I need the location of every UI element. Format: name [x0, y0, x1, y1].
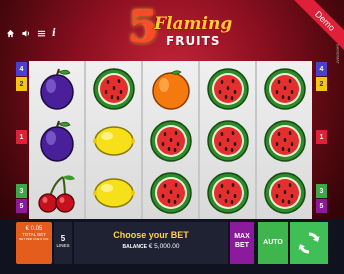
payline-marker-left: 1	[16, 130, 27, 144]
spin-button[interactable]	[290, 222, 328, 264]
provider-tag: GAMOMAT	[335, 43, 340, 64]
lemon-icon	[92, 178, 135, 208]
symbol-watermelon	[259, 116, 310, 166]
lines-display: 5 LINES	[54, 222, 72, 264]
watermelon-icon	[149, 120, 192, 162]
status-message: Choose your BET	[113, 230, 189, 240]
sound-icon[interactable]	[21, 29, 31, 38]
payline-marker-right: 5	[316, 199, 327, 213]
symbol-plum	[31, 64, 82, 114]
symbol-watermelon	[259, 64, 310, 114]
home-icon[interactable]	[6, 29, 15, 38]
logo-word-flaming: Flaming	[154, 14, 233, 34]
symbol-watermelon	[145, 168, 196, 218]
reel-5	[257, 61, 312, 219]
max-bet-label-line1: MAX	[234, 233, 250, 240]
reel-4	[200, 61, 255, 219]
max-bet-label-line2: BET	[235, 242, 249, 249]
payline-marker-right: 2	[316, 77, 327, 91]
autoplay-button[interactable]: AUTO	[258, 222, 288, 264]
watermelon-icon	[263, 120, 306, 162]
info-icon[interactable]: i	[52, 29, 56, 39]
payline-marker-left: 2	[16, 77, 27, 91]
symbol-watermelon	[202, 64, 253, 114]
watermelon-icon	[149, 172, 192, 214]
symbol-lemon	[88, 168, 139, 218]
balance-value: € 5,000.00	[148, 243, 180, 250]
toolbar-icons: i	[6, 29, 56, 39]
max-bet-button[interactable]: MAX BET	[230, 222, 254, 264]
symbol-watermelon	[88, 64, 139, 114]
lines-label: LINES	[56, 243, 70, 248]
payline-marker-right: 4	[316, 62, 327, 76]
logo-word-fruits: FRUITS	[166, 34, 221, 48]
lines-count: 5	[60, 234, 66, 243]
watermelon-icon	[206, 68, 249, 110]
symbol-watermelon	[202, 116, 253, 166]
control-panel: € 0.05 TOTAL BET BET PER LINE € 0.01 5 L…	[0, 219, 344, 274]
reel-2	[86, 61, 141, 219]
lemon-icon	[92, 126, 135, 156]
symbol-cherry	[31, 168, 82, 218]
payline-marker-left: 3	[16, 184, 27, 198]
symbol-watermelon	[259, 168, 310, 218]
top-bar: i 5 Flaming FRUITS Demo	[0, 0, 344, 58]
symbol-watermelon	[145, 116, 196, 166]
watermelon-icon	[206, 120, 249, 162]
watermelon-icon	[206, 172, 249, 214]
game-logo: 5 Flaming FRUITS	[128, 4, 232, 58]
watermelon-icon	[92, 68, 135, 110]
balance-label: BALANCE	[122, 244, 147, 250]
payline-marker-left: 5	[16, 199, 27, 213]
watermelon-icon	[263, 68, 306, 110]
spin-arrows-icon	[298, 232, 320, 254]
reel-area	[29, 61, 312, 219]
plum-icon	[39, 120, 74, 162]
plum-icon	[39, 68, 74, 110]
payline-marker-right: 1	[316, 130, 327, 144]
balance-display: BALANCE € 5,000.00	[74, 243, 228, 250]
symbol-orange	[145, 64, 196, 114]
bet-per-line-text: BET PER LINE € 0.01	[19, 237, 49, 241]
symbol-watermelon	[202, 168, 253, 218]
reel-1	[29, 61, 84, 219]
cherry-icon	[37, 175, 75, 213]
menu-icon[interactable]	[37, 29, 46, 38]
payline-marker-right: 3	[316, 184, 327, 198]
symbol-lemon	[88, 116, 139, 166]
watermelon-icon	[263, 172, 306, 214]
symbol-plum	[31, 116, 82, 166]
payline-marker-left: 4	[16, 62, 27, 76]
orange-icon	[151, 70, 190, 110]
reel-3	[143, 61, 198, 219]
message-panel: Choose your BET BALANCE € 5,000.00	[74, 222, 228, 264]
bet-selector-button[interactable]: € 0.05 TOTAL BET BET PER LINE € 0.01	[16, 222, 52, 264]
